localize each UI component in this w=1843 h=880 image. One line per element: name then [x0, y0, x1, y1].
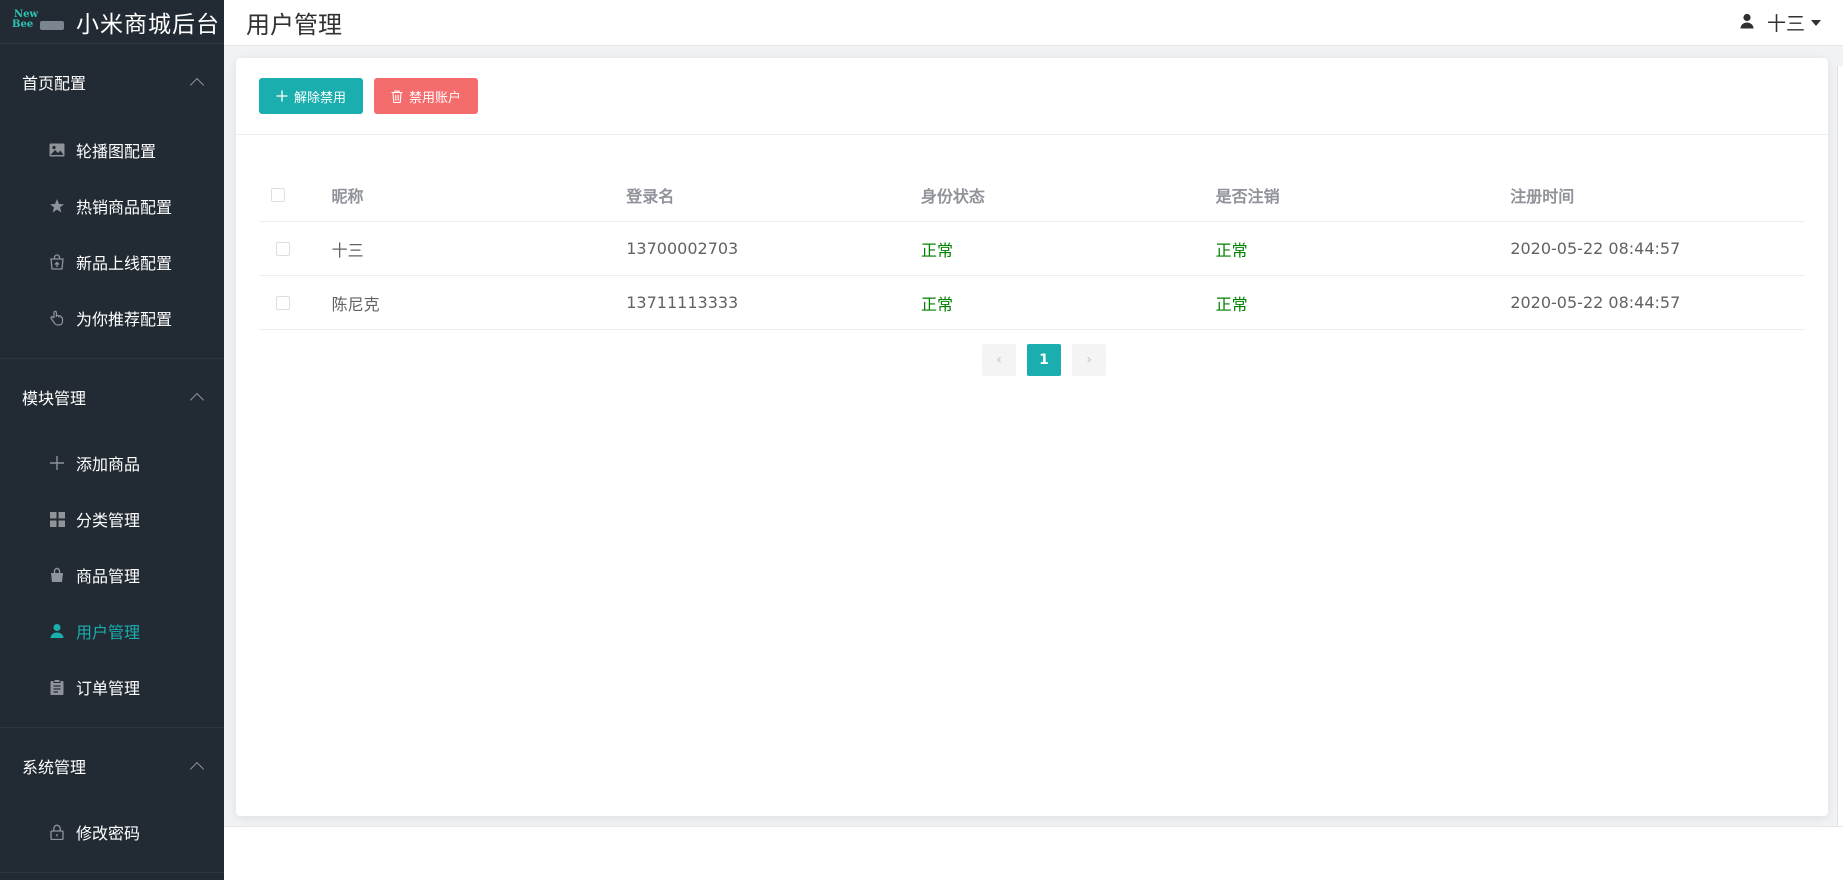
- next-page-button[interactable]: ›: [1072, 344, 1106, 376]
- cell-nickname: 十三: [331, 240, 364, 260]
- menu-group-label: 系统管理: [22, 758, 87, 777]
- sidebar-item-recommend-config[interactable]: 为你推荐配置: [0, 290, 224, 346]
- prev-page-button[interactable]: ‹: [982, 344, 1016, 376]
- lock-icon: [48, 823, 66, 841]
- logo-mark: New Bee: [12, 9, 66, 33]
- unban-button-label: 解除禁用: [294, 90, 347, 106]
- sidebar-item-label: 新品上线配置: [76, 254, 173, 273]
- sidebar-item-carousel-config[interactable]: 轮播图配置: [0, 122, 224, 178]
- chevron-right-icon: ›: [1086, 352, 1092, 368]
- sidebar-item-label: 修改密码: [76, 824, 141, 843]
- user-table-card: 解除禁用 禁用账户 昵称 登录名 身份状态 是否注销 注册时间 十三 13700…: [236, 58, 1828, 816]
- main-content: 解除禁用 禁用账户 昵称 登录名 身份状态 是否注销 注册时间 十三 13700…: [224, 46, 1843, 826]
- sidebar-item-label: 轮播图配置: [76, 142, 157, 161]
- plus-icon: [48, 454, 66, 472]
- sidebar-item-hot-goods-config[interactable]: 热销商品配置: [0, 178, 224, 234]
- sidebar: New Bee 小米商城后台 首页配置 轮播图配置 热销商品配置 新品上线配置 …: [0, 0, 224, 880]
- sidebar-item-label: 分类管理: [76, 511, 141, 530]
- sidebar-item-label: 订单管理: [76, 679, 141, 698]
- sidebar-item-change-password[interactable]: 修改密码: [0, 804, 224, 860]
- cell-status: 正常: [920, 294, 953, 314]
- select-all-cell: [259, 187, 332, 202]
- image-icon: [48, 141, 66, 159]
- top-header: 用户管理 十三: [224, 0, 1843, 46]
- chevron-up-icon: [189, 761, 205, 777]
- column-header-registered: 注册时间: [1510, 186, 1575, 206]
- user-menu[interactable]: 十三: [1739, 9, 1821, 36]
- cell-registered: 2020-05-22 08:44:57: [1510, 239, 1681, 258]
- user-table: 昵称 登录名 身份状态 是否注销 注册时间 十三 13700002703 正常 …: [259, 168, 1805, 330]
- footer-area: [224, 826, 1843, 880]
- shopping-bag-icon: [48, 566, 66, 584]
- sidebar-item-label: 商品管理: [76, 567, 141, 586]
- select-all-checkbox[interactable]: [271, 187, 285, 202]
- cell-status: 正常: [920, 240, 953, 260]
- pagination: ‹ 1 ›: [982, 344, 1106, 376]
- sidebar-item-label: 添加商品: [76, 455, 141, 474]
- hand-pointer-icon: [48, 309, 66, 327]
- user-icon: [48, 622, 66, 640]
- menu-group-home-config: 首页配置 轮播图配置 热销商品配置 新品上线配置 为你推荐配置: [0, 44, 224, 359]
- row-checkbox[interactable]: [276, 295, 290, 310]
- ban-account-button-label: 禁用账户: [409, 90, 462, 106]
- column-header-nickname: 昵称: [331, 186, 364, 206]
- scrollbar-edge: [1837, 66, 1843, 836]
- chevron-up-icon: [189, 77, 205, 93]
- sidebar-item-label: 用户管理: [76, 623, 141, 642]
- ban-account-button[interactable]: 禁用账户: [374, 78, 479, 114]
- cell-login: 13711113333: [626, 293, 739, 312]
- sidebar-item-category-management[interactable]: 分类管理: [0, 491, 224, 547]
- sidebar-item-add-goods[interactable]: 添加商品: [0, 435, 224, 491]
- menu-group-header-home-config[interactable]: 首页配置: [0, 44, 224, 120]
- sidebar-item-user-management[interactable]: 用户管理: [0, 603, 224, 659]
- logo: New Bee 小米商城后台: [0, 0, 224, 44]
- clipboard-icon: [48, 678, 66, 696]
- chevron-up-icon: [189, 392, 205, 408]
- column-header-login: 登录名: [626, 186, 675, 206]
- cell-cancelled: 正常: [1215, 294, 1248, 314]
- sidebar-item-goods-management[interactable]: 商品管理: [0, 547, 224, 603]
- trash-icon: [391, 89, 403, 103]
- user-icon: [1739, 12, 1755, 34]
- star-icon: [48, 197, 66, 215]
- menu-group-system-management: 系统管理 修改密码: [0, 728, 224, 873]
- plus-icon: [276, 90, 288, 102]
- page-number-button[interactable]: 1: [1027, 344, 1061, 376]
- page-title: 用户管理: [246, 11, 342, 39]
- sidebar-item-order-management[interactable]: 订单管理: [0, 659, 224, 715]
- cell-nickname: 陈尼克: [331, 294, 380, 314]
- sidebar-item-new-goods-config[interactable]: 新品上线配置: [0, 234, 224, 290]
- app-title: 小米商城后台: [76, 11, 220, 38]
- column-header-cancelled: 是否注销: [1215, 186, 1280, 206]
- table-row: 陈尼克 13711113333 正常 正常 2020-05-22 08:44:5…: [259, 276, 1805, 330]
- table-row: 十三 13700002703 正常 正常 2020-05-22 08:44:57: [259, 222, 1805, 276]
- column-header-status: 身份状态: [920, 186, 985, 206]
- menu-group-label: 首页配置: [22, 74, 87, 93]
- menu-group-header-system-management[interactable]: 系统管理: [0, 728, 224, 804]
- logo-bar-graphic: [40, 20, 64, 30]
- table-header-row: 昵称 登录名 身份状态 是否注销 注册时间: [259, 168, 1805, 222]
- bag-upload-icon: [48, 253, 66, 271]
- grid-icon: [48, 510, 66, 528]
- unban-button[interactable]: 解除禁用: [259, 78, 364, 114]
- row-checkbox[interactable]: [276, 241, 290, 256]
- menu-group-module-management: 模块管理 添加商品 分类管理 商品管理 用户管理 订单管理: [0, 359, 224, 728]
- row-select-cell: [259, 295, 332, 310]
- cell-login: 13700002703: [626, 239, 739, 258]
- sidebar-item-label: 热销商品配置: [76, 198, 173, 217]
- username: 十三: [1766, 13, 1805, 35]
- menu-group-label: 模块管理: [22, 389, 87, 408]
- caret-down-icon: [1811, 19, 1821, 26]
- card-toolbar: 解除禁用 禁用账户: [236, 58, 1828, 135]
- row-select-cell: [259, 241, 332, 256]
- cell-registered: 2020-05-22 08:44:57: [1510, 293, 1681, 312]
- logo-text-bottom: Bee: [12, 18, 34, 30]
- cell-cancelled: 正常: [1215, 240, 1248, 260]
- menu-group-header-module-management[interactable]: 模块管理: [0, 359, 224, 435]
- chevron-left-icon: ‹: [996, 352, 1002, 368]
- sidebar-item-label: 为你推荐配置: [76, 310, 173, 329]
